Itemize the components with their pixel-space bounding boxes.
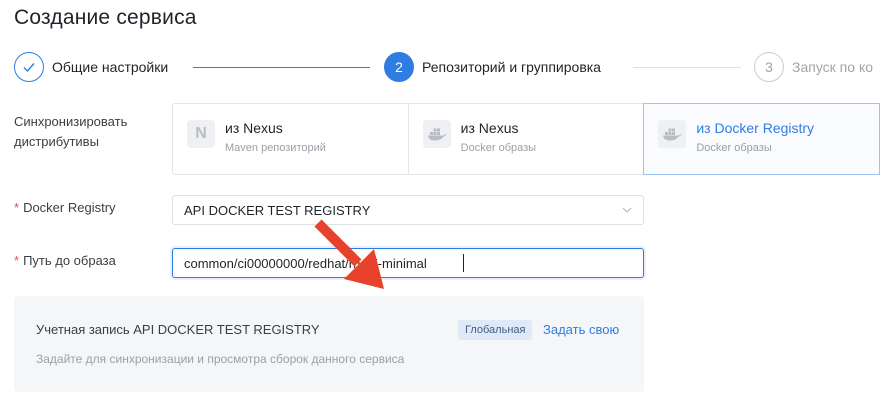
image-path-input[interactable] <box>172 248 644 278</box>
account-description: Задайте для синхронизации и просмотра сб… <box>36 352 405 366</box>
card-title: из Nexus <box>225 120 283 136</box>
source-card-nexus-docker[interactable]: из Nexus Docker образы <box>407 103 645 175</box>
step-general-settings[interactable]: Общие настройки <box>14 51 168 83</box>
account-panel: Учетная запись API DOCKER TEST REGISTRY … <box>14 296 644 392</box>
step-launch[interactable]: 3 Запуск по ко <box>754 51 873 83</box>
image-path-label: * Путь до образа <box>14 253 116 268</box>
card-subtitle: Docker образы <box>696 142 772 154</box>
step-connector <box>633 67 741 68</box>
source-selector: N из Nexus Maven репозиторий из Nexus Do… <box>172 103 881 175</box>
source-card-nexus-maven[interactable]: N из Nexus Maven репозиторий <box>172 103 409 175</box>
sync-label: Синхронизировать дистрибутивы <box>14 114 128 149</box>
card-subtitle: Maven репозиторий <box>225 142 326 154</box>
card-subtitle: Docker образы <box>460 142 537 154</box>
nexus-icon: N <box>187 120 215 148</box>
step-label: Репозиторий и группировка <box>422 59 601 75</box>
registry-select[interactable]: API DOCKER TEST REGISTRY <box>172 195 644 225</box>
docker-icon <box>422 120 451 148</box>
docker-icon <box>658 120 687 148</box>
chevron-down-icon <box>622 207 632 213</box>
registry-select-value: API DOCKER TEST REGISTRY <box>184 202 371 218</box>
card-title: из Docker Registry <box>696 120 815 136</box>
check-icon <box>14 52 44 82</box>
account-title: Учетная запись API DOCKER TEST REGISTRY <box>36 322 320 337</box>
step-number: 2 <box>384 52 414 82</box>
step-number: 3 <box>754 52 784 82</box>
step-label: Запуск по ко <box>792 59 874 75</box>
set-own-account-link[interactable]: Задать свою <box>543 322 619 337</box>
page-title: Создание сервиса <box>14 6 197 29</box>
step-label: Общие настройки <box>52 59 169 75</box>
text-caret <box>463 254 464 272</box>
step-repository[interactable]: 2 Репозиторий и группировка <box>384 51 601 83</box>
registry-label: * Docker Registry <box>14 200 116 215</box>
source-card-docker-registry[interactable]: из Docker Registry Docker образы <box>643 103 881 175</box>
account-scope-badge: Глобальная <box>458 320 533 340</box>
step-connector <box>193 67 370 68</box>
card-title: из Nexus <box>460 120 519 136</box>
